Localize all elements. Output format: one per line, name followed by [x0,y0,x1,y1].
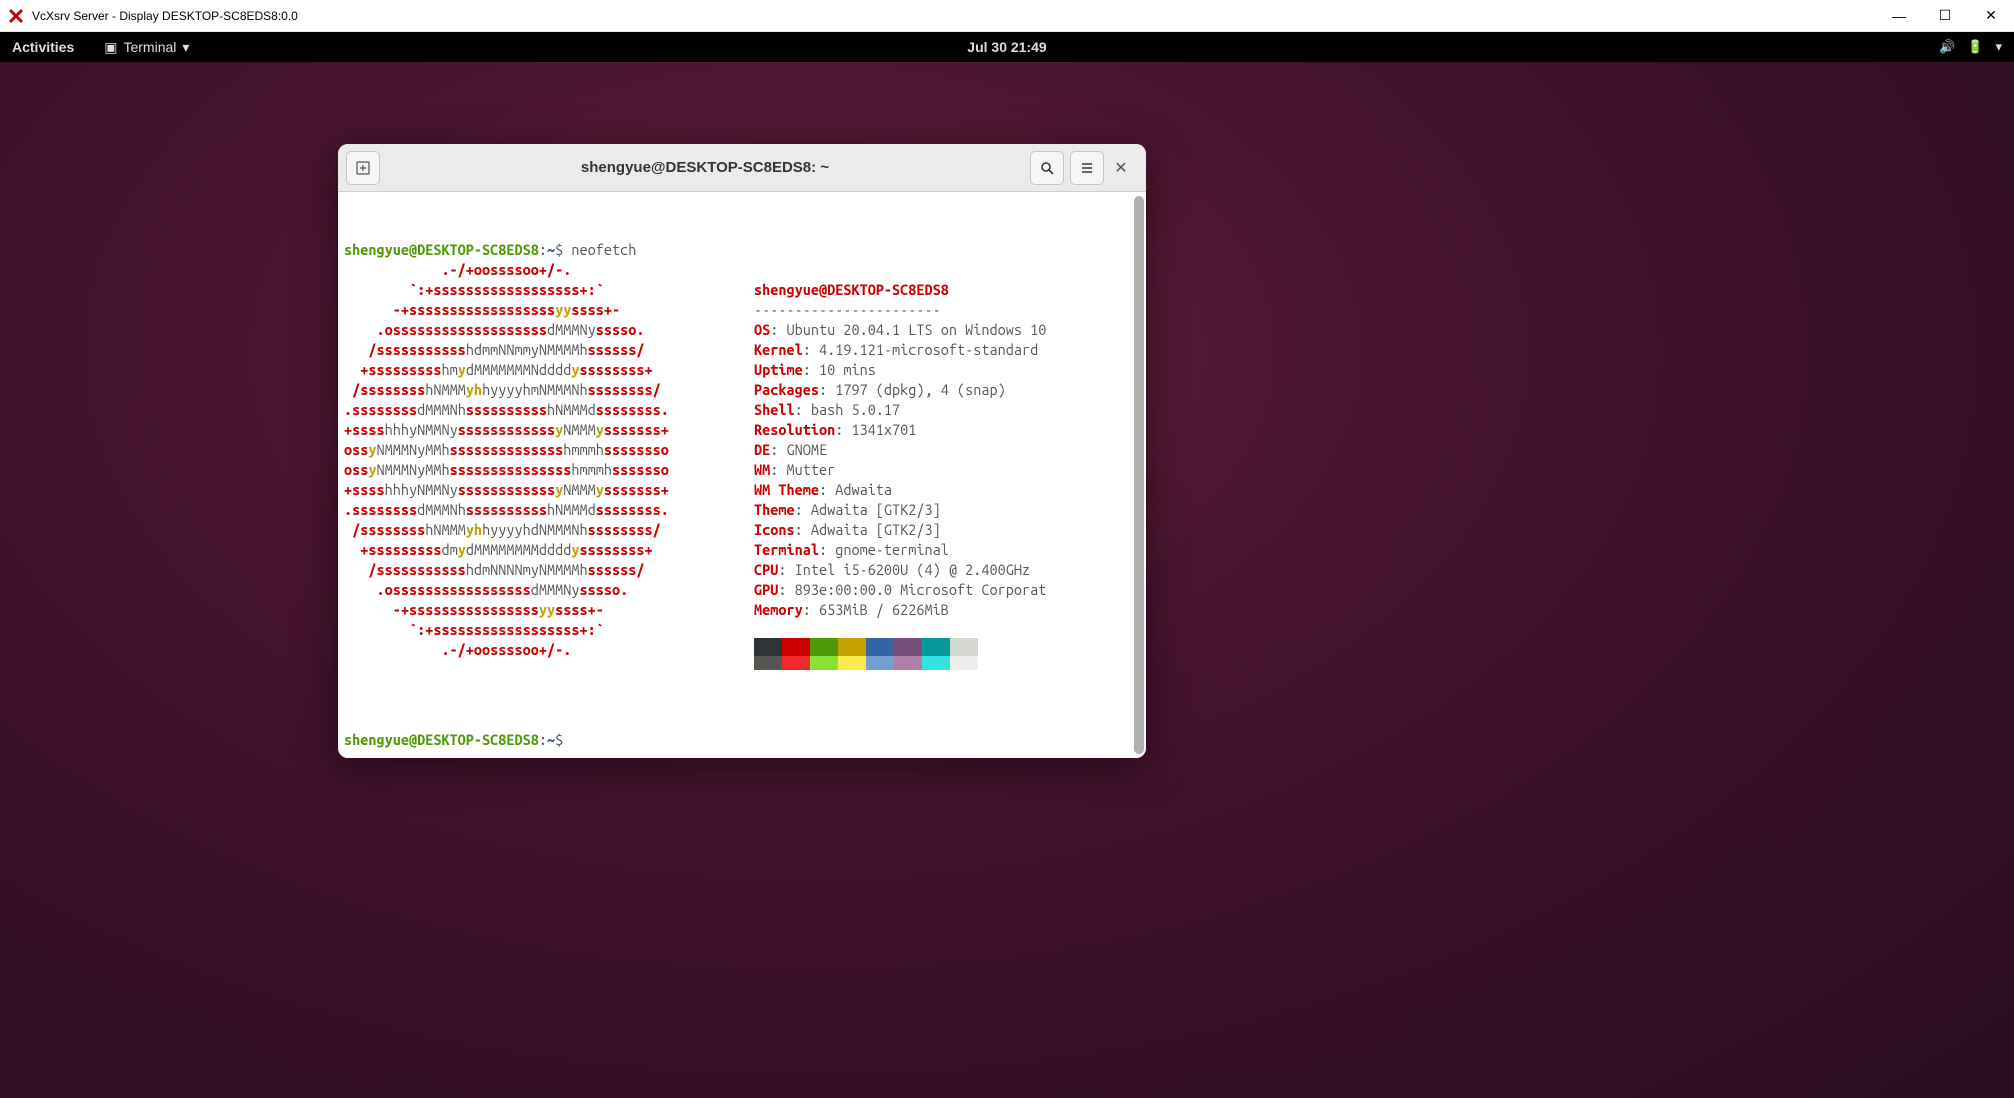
minimize-button[interactable]: — [1876,0,1922,32]
chevron-down-icon[interactable]: ▾ [1995,39,2002,55]
prompt-user: shengyue@DESKTOP-SC8EDS8 [344,731,539,748]
gnome-desktop: Activities ▣ Terminal ▾ Jul 30 21:49 🔊 🔋… [0,32,2014,1098]
color-palette-row2 [754,656,1046,670]
prompt-path: ~ [547,731,555,748]
terminal-close-button[interactable]: ✕ [1104,151,1138,185]
close-button[interactable]: ✕ [1968,0,2014,32]
maximize-button[interactable]: ☐ [1922,0,1968,32]
color-palette-row1 [754,638,1046,656]
neofetch-info: shengyue@DESKTOP-SC8EDS8 ---------------… [734,260,1046,690]
search-button[interactable] [1030,151,1064,185]
chevron-down-icon: ▾ [182,39,189,56]
windows-titlebar[interactable]: VcXsrv Server - Display DESKTOP-SC8EDS8:… [0,0,2014,32]
app-menu[interactable]: ▣ Terminal ▾ [104,39,189,56]
window-title: VcXsrv Server - Display DESKTOP-SC8EDS8:… [32,9,298,23]
system-tray[interactable]: 🔊 🔋 ▾ [1939,39,2002,55]
prompt-path: ~ [547,241,555,258]
terminal-body[interactable]: shengyue@DESKTOP-SC8EDS8:~$ neofetch .-/… [338,192,1146,758]
battery-icon[interactable]: 🔋 [1967,39,1983,55]
gnome-topbar: Activities ▣ Terminal ▾ Jul 30 21:49 🔊 🔋… [0,32,2014,62]
terminal-title: shengyue@DESKTOP-SC8EDS8: ~ [380,159,1030,176]
activities-button[interactable]: Activities [12,39,74,55]
volume-icon[interactable]: 🔊 [1939,39,1955,55]
scrollbar[interactable] [1134,196,1144,754]
command: neofetch [571,241,636,258]
vcxsrv-icon [8,8,24,24]
new-tab-button[interactable] [346,151,380,185]
clock[interactable]: Jul 30 21:49 [967,39,1046,55]
terminal-header[interactable]: shengyue@DESKTOP-SC8EDS8: ~ ✕ [338,144,1146,192]
terminal-window: shengyue@DESKTOP-SC8EDS8: ~ ✕ shengyue@D… [338,144,1146,758]
menu-button[interactable] [1070,151,1104,185]
neofetch-logo: .-/+oossssoo+/-. `:+ssssssssssssssssss+:… [344,260,734,690]
prompt-user: shengyue@DESKTOP-SC8EDS8 [344,241,539,258]
terminal-icon: ▣ [104,39,117,56]
